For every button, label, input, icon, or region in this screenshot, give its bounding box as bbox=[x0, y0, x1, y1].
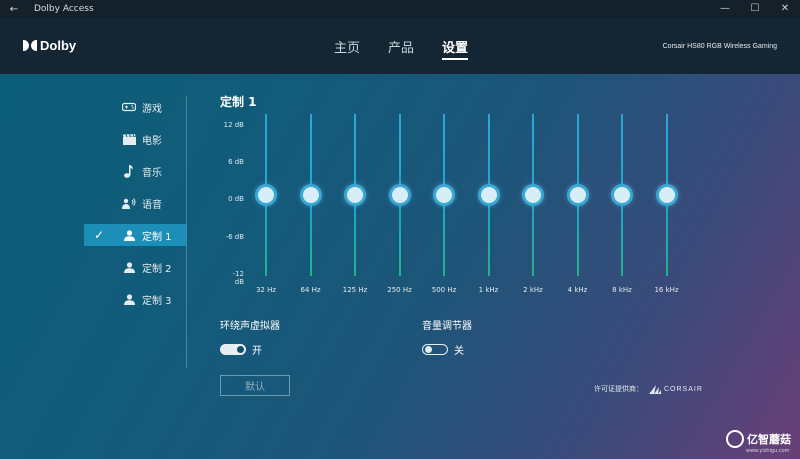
license-label: 许可证提供商： bbox=[594, 385, 643, 393]
title-bar: ← Dolby Access — ☐ ✕ bbox=[0, 0, 800, 18]
user-icon bbox=[120, 293, 138, 305]
volume-leveler-setting: 音量调节器 关 bbox=[422, 317, 472, 357]
eq-slider-handle[interactable] bbox=[347, 187, 363, 203]
eq-band: 32 Hz bbox=[244, 114, 288, 294]
watermark: 亿智蘑菇 bbox=[726, 430, 791, 448]
sidebar-divider bbox=[186, 96, 187, 368]
user-icon bbox=[120, 229, 138, 241]
eq-frequency-label: 125 Hz bbox=[342, 286, 368, 294]
sidebar-item-voice[interactable]: 语音 bbox=[84, 192, 186, 214]
eq-slider-handle[interactable] bbox=[525, 187, 541, 203]
volume-leveler-toggle[interactable] bbox=[422, 344, 448, 355]
minimize-button[interactable]: — bbox=[710, 0, 740, 18]
eq-frequency-label: 64 Hz bbox=[300, 286, 321, 294]
eq-band: 500 Hz bbox=[422, 114, 466, 294]
eq-band: 125 Hz bbox=[333, 114, 377, 294]
sidebar-item-label: 电影 bbox=[142, 135, 162, 147]
db-label: 12 dB bbox=[223, 121, 244, 129]
window-title: Dolby Access bbox=[34, 4, 94, 14]
eq-frequency-label: 2 kHz bbox=[523, 286, 543, 294]
user-icon bbox=[120, 261, 138, 273]
db-label: 0 dB bbox=[228, 195, 244, 203]
eq-frequency-label: 1 kHz bbox=[478, 286, 499, 294]
sidebar-item-label: 音乐 bbox=[142, 167, 162, 179]
sidebar-item-label: 定制 2 bbox=[142, 263, 172, 275]
virtualizer-setting: 环绕声虚拟器 开 bbox=[220, 317, 280, 357]
app-header: Dolby 主页 产品 设置 Corsair HS80 RGB Wireless… bbox=[0, 18, 800, 74]
eq-band: 2 kHz bbox=[511, 114, 555, 294]
eq-slider-handle[interactable] bbox=[302, 187, 319, 203]
settings-content: 游戏 电影 音乐 语音 ✓ 定制 1 定制 2 定制 3 定制 1 12 dB … bbox=[0, 74, 800, 459]
dolby-logo: Dolby bbox=[23, 38, 76, 53]
sidebar-item-music[interactable]: 音乐 bbox=[84, 160, 186, 182]
volume-leveler-state: 关 bbox=[454, 346, 464, 357]
dolby-logo-icon bbox=[23, 40, 37, 51]
eq-frequency-label: 8 kHz bbox=[612, 286, 632, 294]
eq-frequency-label: 16 kHz bbox=[654, 286, 679, 294]
virtualizer-toggle[interactable] bbox=[220, 344, 246, 355]
eq-band: 1 kHz bbox=[467, 114, 511, 294]
db-label: 6 dB bbox=[228, 158, 244, 166]
eq-frequency-label: 4 kHz bbox=[567, 286, 588, 294]
back-button[interactable]: ← bbox=[0, 4, 28, 15]
close-button[interactable]: ✕ bbox=[770, 0, 800, 18]
watermark-text: 亿智蘑菇 bbox=[747, 433, 791, 446]
corsair-sails-icon bbox=[649, 384, 661, 394]
sidebar-item-custom-1[interactable]: ✓ 定制 1 bbox=[84, 224, 186, 246]
sidebar-item-movie[interactable]: 电影 bbox=[84, 128, 186, 150]
equalizer: 32 Hz 64 Hz 125 Hz 250 Hz 500 Hz 1 kHz 2… bbox=[244, 114, 684, 294]
sidebar-item-label: 定制 1 bbox=[142, 231, 172, 243]
gamepad-icon bbox=[120, 102, 138, 112]
eq-slider-handle[interactable] bbox=[614, 187, 630, 203]
virtualizer-label: 环绕声虚拟器 bbox=[220, 321, 280, 332]
sidebar-item-label: 语音 bbox=[142, 199, 162, 211]
eq-slider-handle[interactable] bbox=[569, 187, 586, 203]
voice-icon bbox=[120, 197, 138, 209]
page-title: 定制 1 bbox=[220, 95, 257, 109]
eq-band: 8 kHz bbox=[600, 114, 644, 294]
clapperboard-icon bbox=[120, 133, 138, 145]
db-label: -6 dB bbox=[225, 233, 244, 241]
window-controls: — ☐ ✕ bbox=[710, 0, 800, 18]
sidebar-item-game[interactable]: 游戏 bbox=[84, 96, 186, 118]
corsair-logo-text: CORSAIR bbox=[664, 385, 703, 393]
sidebar-item-custom-3[interactable]: 定制 3 bbox=[84, 288, 186, 310]
main-nav: 主页 产品 设置 bbox=[334, 37, 469, 60]
eq-slider-handle[interactable] bbox=[258, 187, 274, 203]
db-label: -12 dB bbox=[232, 270, 244, 286]
corsair-logo: CORSAIR bbox=[649, 384, 703, 394]
eq-frequency-label: 250 Hz bbox=[387, 286, 412, 294]
eq-band: 4 kHz bbox=[556, 114, 600, 294]
device-name[interactable]: Corsair HS80 RGB Wireless Gaming bbox=[663, 43, 777, 50]
maximize-button[interactable]: ☐ bbox=[740, 0, 770, 18]
nav-home[interactable]: 主页 bbox=[334, 37, 360, 60]
reset-default-button[interactable]: 默认 bbox=[220, 375, 290, 396]
sidebar-item-label: 定制 3 bbox=[142, 295, 172, 307]
eq-slider-handle[interactable] bbox=[436, 187, 452, 203]
nav-settings[interactable]: 设置 bbox=[442, 37, 469, 60]
sidebar-item-label: 游戏 bbox=[142, 103, 162, 115]
eq-slider-handle[interactable] bbox=[391, 187, 408, 203]
watermark-logo-icon bbox=[726, 430, 744, 448]
eq-frequency-label: 32 Hz bbox=[255, 286, 277, 294]
profile-sidebar: 游戏 电影 音乐 语音 ✓ 定制 1 定制 2 定制 3 bbox=[84, 96, 186, 320]
eq-band: 250 Hz bbox=[378, 114, 422, 294]
volume-leveler-label: 音量调节器 bbox=[422, 321, 472, 332]
eq-slider-handle[interactable] bbox=[480, 187, 497, 203]
sidebar-item-custom-2[interactable]: 定制 2 bbox=[84, 256, 186, 278]
watermark-url: www.yizhigu.com bbox=[746, 448, 790, 454]
eq-band: 16 kHz bbox=[645, 114, 689, 294]
nav-products[interactable]: 产品 bbox=[388, 37, 414, 60]
eq-frequency-label: 500 Hz bbox=[431, 286, 457, 294]
logo-text: Dolby bbox=[40, 38, 77, 53]
eq-slider-handle[interactable] bbox=[658, 187, 675, 203]
music-note-icon bbox=[120, 164, 138, 178]
check-icon: ✓ bbox=[93, 228, 105, 242]
eq-band: 64 Hz bbox=[289, 114, 333, 294]
virtualizer-state: 开 bbox=[252, 346, 262, 357]
license-provider: 许可证提供商： CORSAIR bbox=[594, 384, 703, 394]
